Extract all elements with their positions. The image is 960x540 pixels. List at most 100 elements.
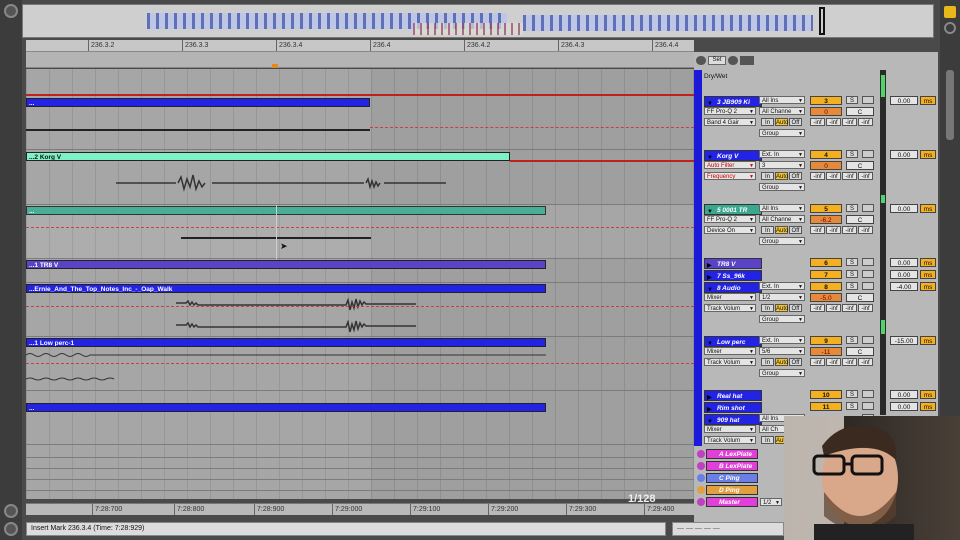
- return-track-b[interactable]: B LexPlate: [706, 461, 758, 471]
- input-channel-select[interactable]: 3: [759, 161, 805, 169]
- fold-closed-icon[interactable]: ▶: [707, 393, 712, 400]
- solo-button[interactable]: S: [846, 258, 858, 266]
- return-lane[interactable]: [26, 480, 694, 491]
- track-title[interactable]: ▶ Rim shot: [704, 402, 762, 413]
- send-knob[interactable]: -11: [810, 347, 842, 356]
- input-type-select[interactable]: All Ins: [759, 96, 805, 104]
- parameter-chooser[interactable]: Track Volum: [704, 436, 756, 444]
- track-title[interactable]: ▼ 8 Audio: [704, 282, 762, 293]
- follow-icon[interactable]: [4, 522, 18, 536]
- return-fold-icon[interactable]: [697, 462, 705, 470]
- input-type-select[interactable]: Ext. In: [759, 282, 805, 290]
- track-title[interactable]: ▼ 909 hat: [704, 414, 762, 425]
- fold-open-icon[interactable]: ▼: [707, 99, 713, 106]
- track-activator[interactable]: 8: [810, 282, 842, 291]
- pan-control[interactable]: C: [846, 215, 874, 224]
- return-track-a[interactable]: A LexPlate: [706, 449, 758, 459]
- track-activator[interactable]: 6: [810, 258, 842, 267]
- track-activator[interactable]: 3: [810, 96, 842, 105]
- arrangement-lane[interactable]: [26, 95, 694, 150]
- track-volume[interactable]: -4.00: [890, 282, 918, 291]
- fold-open-icon[interactable]: ▼: [707, 285, 713, 292]
- fold-open-icon[interactable]: ▼: [707, 153, 713, 160]
- device-chooser[interactable]: FF Pro-Q 2: [704, 215, 756, 223]
- monitor-auto-button[interactable]: Auto: [775, 226, 788, 234]
- monitor-in-button[interactable]: In: [761, 226, 774, 234]
- output-select[interactable]: Group: [759, 315, 805, 323]
- beat-time-ruler[interactable]: 236.3.2 236.3.3 236.3.4 236.4 236.4.2 23…: [26, 40, 694, 52]
- track-activator[interactable]: 10: [810, 390, 842, 399]
- solo-button[interactable]: S: [846, 204, 858, 212]
- output-select[interactable]: Group: [759, 237, 805, 245]
- send-knob[interactable]: 0: [810, 161, 842, 170]
- return-lane[interactable]: [26, 447, 694, 458]
- delay-unit[interactable]: ms: [920, 336, 936, 345]
- solo-button[interactable]: S: [846, 150, 858, 158]
- monitor-in-button[interactable]: In: [761, 304, 774, 312]
- arm-button-icon[interactable]: [862, 390, 874, 398]
- output-select[interactable]: Group: [759, 129, 805, 137]
- monitor-off-button[interactable]: Off: [789, 172, 802, 180]
- next-locator-icon[interactable]: [728, 56, 738, 65]
- input-channel-select[interactable]: 1/2: [759, 293, 805, 301]
- monitor-in-button[interactable]: In: [761, 172, 774, 180]
- overview-window-handle[interactable]: [819, 7, 825, 35]
- track-title[interactable]: ▶ 7 Ss_96k: [704, 270, 762, 281]
- input-channel-select[interactable]: All Channe: [759, 107, 805, 115]
- track-volume[interactable]: 0.00: [890, 270, 918, 279]
- parameter-chooser[interactable]: Frequency: [704, 172, 756, 180]
- arm-button-icon[interactable]: [862, 402, 874, 410]
- delay-unit[interactable]: ms: [920, 96, 936, 105]
- monitor-auto-button[interactable]: Auto: [775, 118, 788, 126]
- track-activator[interactable]: 11: [810, 402, 842, 411]
- arm-button-icon[interactable]: [862, 258, 874, 266]
- output-select[interactable]: Group: [759, 183, 805, 191]
- arm-button-icon[interactable]: [862, 96, 874, 104]
- arm-button-icon[interactable]: [862, 282, 874, 290]
- locator-icon[interactable]: [740, 56, 754, 65]
- return-fold-icon[interactable]: [697, 486, 705, 494]
- menu-icon[interactable]: [944, 6, 956, 18]
- input-channel-select[interactable]: 5/6: [759, 347, 805, 355]
- fold-closed-icon[interactable]: ▶: [707, 405, 712, 412]
- arrangement-lane[interactable]: [26, 205, 694, 259]
- solo-button[interactable]: S: [846, 402, 858, 410]
- track-volume[interactable]: 0.00: [890, 96, 918, 105]
- device-chooser[interactable]: Mixer: [704, 293, 756, 301]
- device-chooser[interactable]: Auto Filter: [704, 161, 756, 169]
- solo-button[interactable]: S: [846, 282, 858, 290]
- monitor-in-button[interactable]: In: [761, 118, 774, 126]
- solo-button[interactable]: S: [846, 336, 858, 344]
- time-ruler[interactable]: 7:28:700 7:28:800 7:28:900 7:29:000 7:29…: [26, 503, 694, 515]
- monitor-off-button[interactable]: Off: [789, 304, 802, 312]
- input-type-select[interactable]: All Ins: [759, 204, 805, 212]
- master-output-select[interactable]: 1/2: [760, 498, 782, 506]
- pan-control[interactable]: C: [846, 107, 874, 116]
- fold-closed-icon[interactable]: ▶: [707, 273, 712, 280]
- pan-control[interactable]: C: [846, 161, 874, 170]
- input-type-select[interactable]: Ext. In: [759, 336, 805, 344]
- monitor-off-button[interactable]: Off: [789, 358, 802, 366]
- fold-open-icon[interactable]: ▼: [707, 207, 713, 214]
- fold-open-icon[interactable]: ▼: [707, 417, 713, 424]
- parameter-chooser[interactable]: Track Volum: [704, 358, 756, 366]
- input-type-select[interactable]: Ext. In: [759, 150, 805, 158]
- input-channel-select[interactable]: All Channe: [759, 215, 805, 223]
- play-icon[interactable]: [696, 56, 706, 65]
- device-chooser[interactable]: FF Pro-Q 2: [704, 107, 756, 115]
- track-volume[interactable]: 0.00: [890, 402, 918, 411]
- monitor-in-button[interactable]: In: [761, 436, 774, 444]
- locator-strip[interactable]: [26, 52, 694, 68]
- delay-unit[interactable]: ms: [920, 150, 936, 159]
- arm-button-icon[interactable]: [862, 336, 874, 344]
- set-button[interactable]: Set: [708, 56, 726, 65]
- arrangement-lane[interactable]: [26, 259, 694, 283]
- monitor-auto-button[interactable]: Auto: [775, 358, 788, 366]
- device-chooser[interactable]: Mixer: [704, 425, 756, 433]
- delay-unit[interactable]: ms: [920, 282, 936, 291]
- arrangement-lane[interactable]: [26, 391, 694, 445]
- monitor-auto-button[interactable]: Auto: [775, 304, 788, 312]
- arrangement-view[interactable]: ... ...2 Korg V ... ➤ ...1 TR8 V ...Erni…: [26, 69, 694, 499]
- return-track-c[interactable]: C Ping Pong: [706, 473, 758, 492]
- view-toggle-icon[interactable]: [944, 22, 956, 34]
